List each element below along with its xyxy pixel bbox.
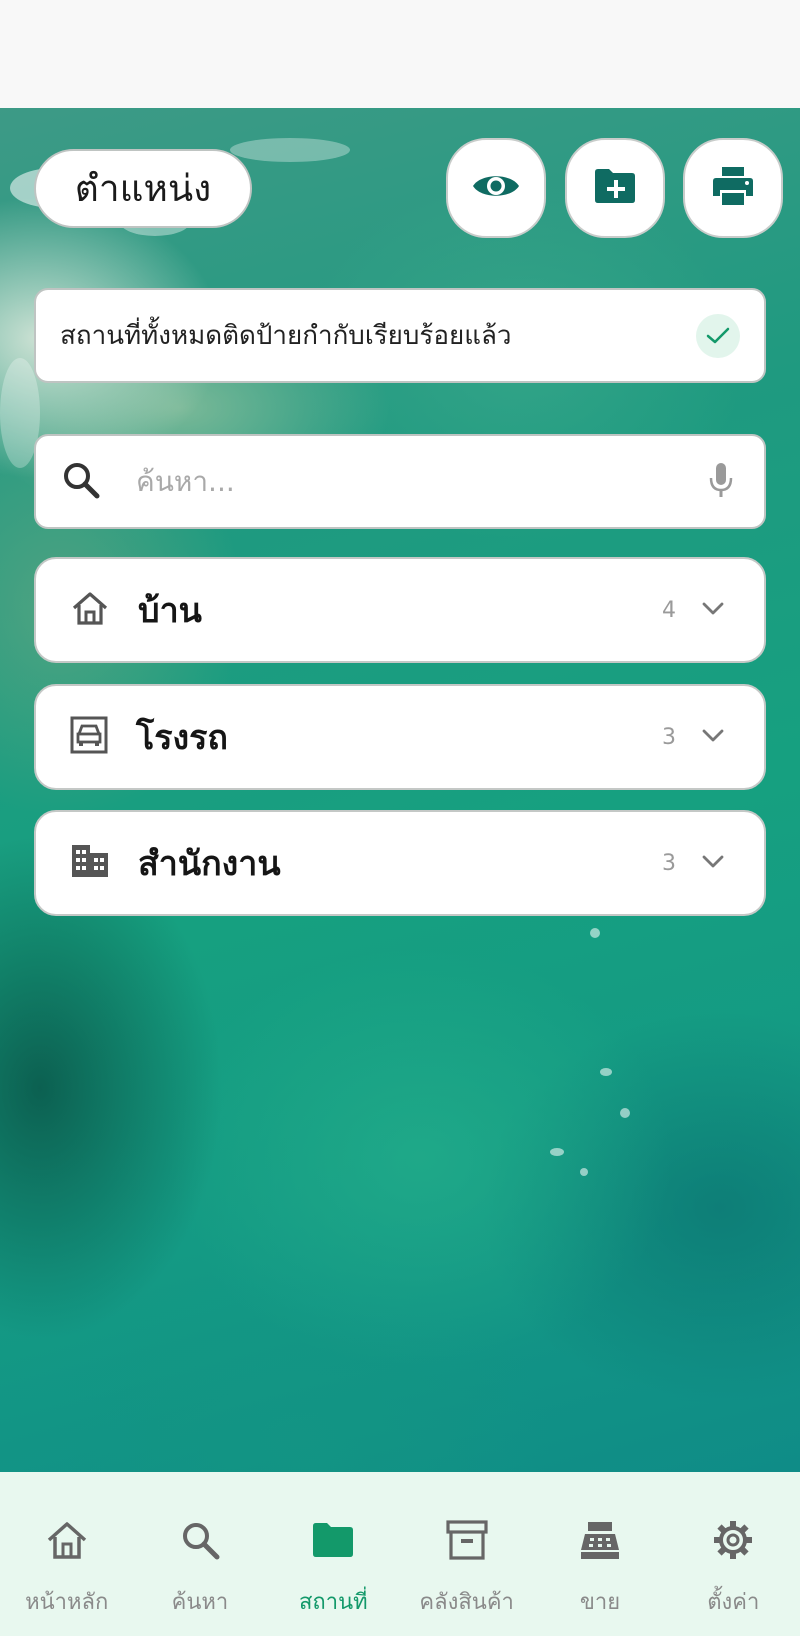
page-title-text: ตำแหน่ง xyxy=(74,167,212,210)
add-folder-button[interactable] xyxy=(565,138,665,238)
chevron-down-icon[interactable] xyxy=(702,728,724,747)
nav-label: ขาย xyxy=(579,1590,621,1615)
nav-label: คลังสินค้า xyxy=(419,1590,514,1615)
chevron-down-icon[interactable] xyxy=(702,854,724,873)
location-label: สำนักงาน xyxy=(138,844,281,884)
check-icon xyxy=(696,313,740,358)
location-count: 3 xyxy=(662,850,676,876)
folder-plus-icon xyxy=(593,168,637,208)
location-row-home[interactable]: บ้าน 4 xyxy=(34,557,766,663)
home-icon xyxy=(70,590,110,630)
building-icon xyxy=(70,843,110,883)
location-row-office[interactable]: สำนักงาน 3 xyxy=(34,810,766,916)
nav-label: ตั้งค่า xyxy=(707,1590,760,1615)
nav-label: ค้นหา xyxy=(171,1590,229,1615)
garage-icon xyxy=(70,716,108,758)
print-button[interactable] xyxy=(683,138,783,238)
page-title: ตำแหน่ง xyxy=(34,149,252,228)
nav-item-inventory[interactable]: คลังสินค้า xyxy=(400,1472,533,1636)
gear-icon xyxy=(712,1512,754,1568)
search-input[interactable] xyxy=(136,465,708,498)
chevron-down-icon[interactable] xyxy=(702,601,724,620)
nav-item-sales[interactable]: ขาย xyxy=(533,1472,666,1636)
nav-item-settings[interactable]: ตั้งค่า xyxy=(667,1472,800,1636)
archive-icon xyxy=(446,1512,488,1568)
search-bar[interactable] xyxy=(34,434,766,529)
eye-icon xyxy=(471,169,521,207)
nav-label: หน้าหลัก xyxy=(25,1590,109,1615)
location-row-garage[interactable]: โรงรถ 3 xyxy=(34,684,766,790)
location-count: 4 xyxy=(662,597,676,623)
home-icon xyxy=(45,1512,89,1568)
search-icon xyxy=(62,461,100,503)
location-label: บ้าน xyxy=(138,591,202,631)
location-label: โรงรถ xyxy=(136,718,228,758)
nav-item-locations[interactable]: สถานที่ xyxy=(267,1472,400,1636)
location-count: 3 xyxy=(662,724,676,750)
printer-icon xyxy=(711,166,755,210)
bottom-navigation: หน้าหลัก ค้นหา สถานที่ คลังสินค้า ขาย ตั… xyxy=(0,1472,800,1636)
status-text: สถานที่ทั้งหมดติดป้ายกำกับเรียบร้อยแล้ว xyxy=(60,321,512,351)
folder-icon xyxy=(311,1512,355,1568)
nav-label: สถานที่ xyxy=(298,1590,368,1615)
cash-register-icon xyxy=(578,1512,622,1568)
nav-item-search[interactable]: ค้นหา xyxy=(133,1472,266,1636)
labeling-status-banner: สถานที่ทั้งหมดติดป้ายกำกับเรียบร้อยแล้ว xyxy=(34,288,766,383)
status-bar-area xyxy=(0,0,800,108)
search-icon xyxy=(180,1512,220,1568)
nav-item-home[interactable]: หน้าหลัก xyxy=(0,1472,133,1636)
microphone-icon[interactable] xyxy=(708,461,734,503)
view-button[interactable] xyxy=(446,138,546,238)
